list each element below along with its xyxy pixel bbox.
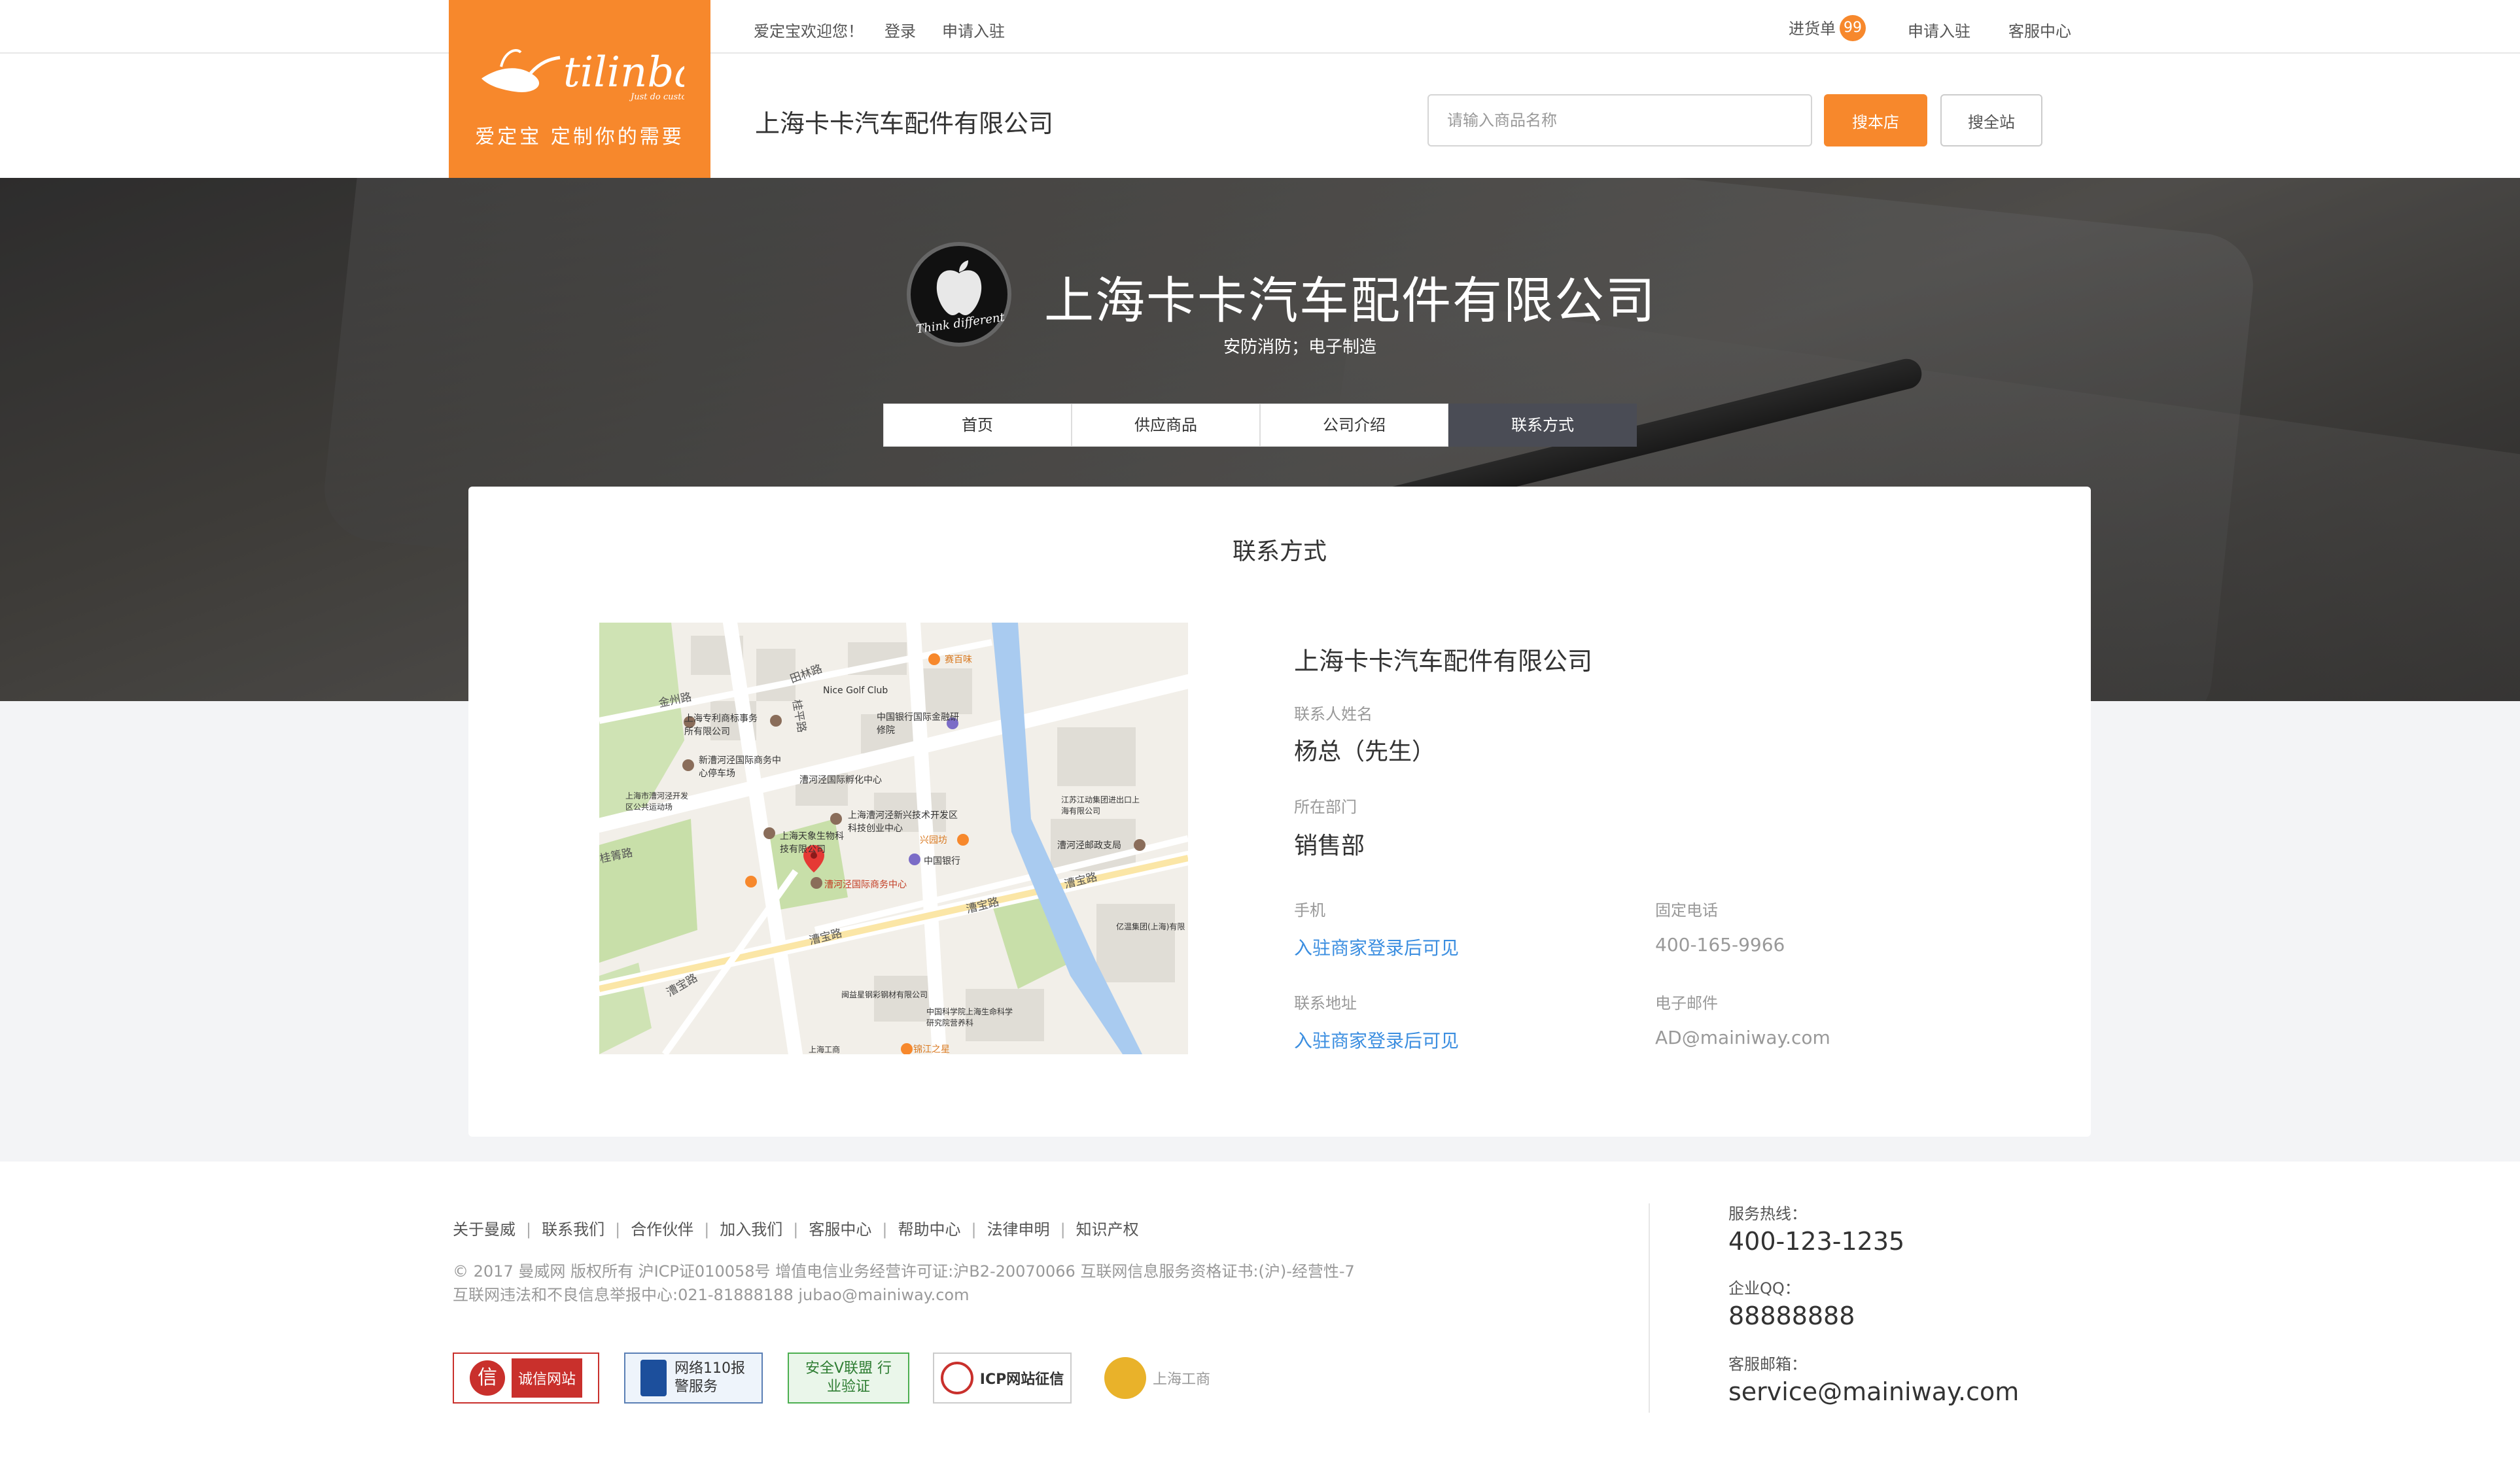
footer-link-partners[interactable]: 合作伙伴 [631, 1220, 693, 1239]
tab-home[interactable]: 首页 [883, 404, 1072, 447]
brand-sub: Just do custom [629, 92, 684, 102]
map-label-industry: 上海工商 [809, 1045, 841, 1054]
map-label-bank-training: 中国银行国际金融研修院 [877, 712, 959, 736]
department-value: 销售部 [1294, 833, 1365, 859]
shop-nav: 首页 供应商品 公司介绍 联系方式 [883, 404, 1637, 447]
mobile-label: 手机 [1294, 901, 1325, 920]
phone-label: 固定电话 [1655, 901, 1718, 920]
address-label: 联系地址 [1294, 994, 1357, 1012]
footer-link-legal[interactable]: 法律申明 [987, 1220, 1050, 1239]
footer-divider [1649, 1203, 1650, 1413]
footer-link-ip[interactable]: 知识产权 [1076, 1220, 1139, 1239]
badge-credit-label: 诚信网站 [511, 1358, 582, 1398]
email-label: 电子邮件 [1655, 994, 1718, 1012]
icp-seal-icon [940, 1362, 973, 1394]
hotline-label: 服务热线： [1728, 1205, 1807, 1223]
credit-icon: 信 [469, 1360, 505, 1396]
site-footer: 关于曼威 | 联系我们 | 合作伙伴 | 加入我们 | 客服中心 | 帮助中心 | 法律申明 | 知识产权 … [0, 1162, 2520, 1465]
footer-link-contact[interactable]: 联系我们 [542, 1220, 604, 1239]
footer-link-service[interactable]: 客服中心 [809, 1220, 871, 1239]
department-label: 所在部门 [1294, 798, 1357, 816]
map-label-bio-tech: 上海天象生物科技有限公司 [780, 831, 844, 855]
map-label-cas: 中国科学院上海生命科学研究院营养科 [926, 1007, 1013, 1027]
badge-safety-label: 安全V联盟 行业验证 [805, 1360, 892, 1395]
tab-contact[interactable]: 联系方式 [1448, 404, 1637, 447]
footer-link-about[interactable]: 关于曼威 [453, 1220, 516, 1239]
qq-value: 88888888 [1728, 1301, 1855, 1330]
service-email-label: 客服邮箱： [1728, 1355, 1807, 1373]
contact-name-value: 杨总（先生） [1294, 738, 1436, 765]
search-input[interactable] [1427, 94, 1812, 146]
footer-copyright: © 2017 曼威网 版权所有 沪ICP证010058号 增值电信业务经营许可证… [453, 1262, 1355, 1281]
map-label-jinjiang: 锦江之星 [913, 1044, 950, 1054]
brand-text: tilinbao [563, 48, 684, 97]
footer-link-help[interactable]: 帮助中心 [898, 1220, 960, 1239]
tab-products[interactable]: 供应商品 [1072, 404, 1260, 447]
badge-icp[interactable]: ICP网站征信 [933, 1353, 1072, 1404]
location-map[interactable]: Nice Golf Club 中国银行国际金融研修院 上海专利商标事务所有限公司… [599, 623, 1188, 1054]
map-label-kaifa: 上海市漕河泾开发区公共运动场 [625, 791, 689, 812]
badge-safety-union[interactable]: 安全V联盟 行业验证 [788, 1353, 909, 1404]
qq-label: 企业QQ： [1728, 1279, 1800, 1298]
mobile-login-link[interactable]: 入驻商家登录后可见 [1294, 934, 1459, 960]
badge-icp-label: ICP网站征信 [979, 1371, 1064, 1388]
map-label-yiyuan: 亿温集团(上海)有限 [1116, 922, 1185, 931]
address-login-link[interactable]: 入驻商家登录后可见 [1294, 1027, 1459, 1053]
welcome-text: 爱定宝欢迎您！ [754, 22, 864, 41]
top-bar: 爱定宝欢迎您！ 登录 申请入驻 进货单 99 申请入驻 客服中心 [0, 0, 2520, 54]
phone-value: 400-165-9966 [1655, 934, 1785, 956]
email-value: AD@mainiway.com [1655, 1027, 1830, 1048]
map-label-post-office: 漕河泾邮政支局 [1057, 840, 1121, 851]
genie-lamp-icon: tilinbao Just do custom [481, 48, 684, 102]
login-link[interactable]: 登录 [884, 18, 916, 41]
badge-police-110[interactable]: 网络110报警服务 [624, 1353, 763, 1404]
badge-police-label: 网络110报警服务 [674, 1360, 745, 1395]
service-center-link[interactable]: 客服中心 [2008, 18, 2071, 41]
footer-links: 关于曼威 | 联系我们 | 合作伙伴 | 加入我们 | 客服中心 | 帮助中心 | 法律申明 | 知识产权 [453, 1220, 1139, 1239]
footer-report: 互联网违法和不良信息举报中心:021-81888188 jubao@mainiw… [453, 1286, 970, 1304]
contact-title: 联系方式 [1232, 538, 1327, 565]
map-label-boc: 中国银行 [924, 856, 960, 867]
footer-link-join[interactable]: 加入我们 [720, 1220, 782, 1239]
header-company-name: 上海卡卡汽车配件有限公司 [755, 109, 1054, 138]
logo-slogan: 爱定宝 定制你的需要 [475, 126, 684, 148]
map-label-parking: 新漕河泾国际商务中心停车场 [699, 755, 781, 779]
map-label-xinxing-tech: 上海漕河泾新兴技术开发区科技创业中心 [848, 810, 958, 834]
hotline-value: 400-123-1235 [1728, 1227, 1905, 1256]
shop-tags: 安防消防；电子制造 [1223, 337, 1377, 357]
cart-count-badge: 99 [1840, 15, 1866, 41]
police-icon [640, 1360, 667, 1396]
contact-name-label: 联系人姓名 [1294, 705, 1373, 723]
map-label-business-center: 漕河泾国际商务中心 [824, 880, 907, 890]
map-label-golf: Nice Golf Club [823, 685, 888, 696]
search-all-button[interactable]: 搜全站 [1940, 94, 2042, 146]
apply-right-link[interactable]: 申请入驻 [1908, 18, 1970, 41]
map-label-saibaiwei: 赛百味 [945, 655, 972, 665]
map-label-xinxingfang: 兴园坊 [920, 835, 947, 846]
site-logo[interactable]: tilinbao Just do custom 爱定宝 定制你的需要 [449, 0, 710, 178]
map-label-jiangsu: 江苏江动集团进出口上海有限公司 [1061, 795, 1140, 816]
cart-label: 进货单 [1789, 20, 1836, 38]
apple-logo-icon [936, 260, 982, 315]
badge-industry-label: 上海工商 [1152, 1371, 1210, 1388]
apply-link[interactable]: 申请入驻 [942, 18, 1005, 41]
shop-name: 上海卡卡汽车配件有限公司 [1044, 271, 1656, 330]
service-email-value[interactable]: service@mainiway.com [1728, 1377, 2019, 1406]
map-label-incubator: 漕河泾国际孵化中心 [799, 775, 882, 785]
map-label-steel: 闽益星钢彩钢材有限公司 [841, 990, 928, 999]
contact-company-name: 上海卡卡汽车配件有限公司 [1294, 647, 1593, 676]
national-emblem-icon [1104, 1357, 1146, 1399]
badge-credit-site[interactable]: 信 诚信网站 [453, 1353, 599, 1404]
map-label-patent-office: 上海专利商标事务所有限公司 [684, 714, 758, 737]
tab-about[interactable]: 公司介绍 [1260, 404, 1448, 447]
contact-panel: 联系方式 Nice Golf Club 中国银行国际金融研修院 上海专利商标事务… [468, 487, 2091, 1137]
search-store-button[interactable]: 搜本店 [1824, 94, 1927, 146]
badge-shanghai-industry[interactable]: 上海工商 [1095, 1353, 1219, 1404]
shop-avatar: Think different [907, 242, 1011, 347]
cart-link[interactable]: 进货单 99 [1789, 15, 1866, 43]
